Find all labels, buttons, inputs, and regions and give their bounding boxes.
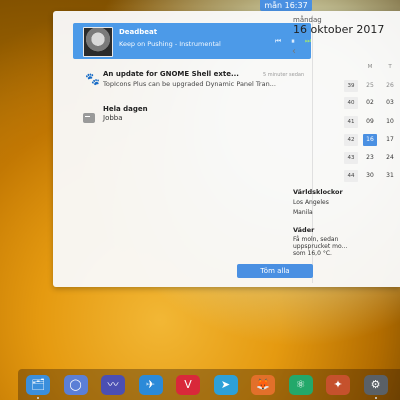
notification-body: TopIcons Plus can be upgraded Dynamic Pa… — [103, 80, 276, 88]
media-player-card[interactable]: Deadbeat Keep on Pushing - Instrumental … — [73, 23, 311, 59]
event-body: Jobba — [103, 114, 123, 122]
event-title: Hela dagen — [103, 105, 148, 113]
clock-button[interactable]: mån 16:37 — [260, 0, 312, 11]
clear-all-button[interactable]: Töm alla — [237, 264, 313, 278]
dock-app-atom-icon[interactable]: ⚛ — [288, 375, 313, 395]
week-number: 41 — [344, 116, 358, 128]
notification-time: 5 minuter sedan — [263, 72, 305, 78]
weather-text: Få moln, sedan — [293, 236, 339, 243]
notification-title: An update for GNOME Shell exte... — [103, 70, 239, 78]
notification-item[interactable]: 🐾 An update for GNOME Shell exte... 5 mi… — [73, 67, 311, 97]
calendar-day[interactable]: 31 — [383, 170, 397, 182]
calendar-day-today[interactable]: 16 — [363, 134, 377, 146]
weather-text: som 16,0 °C. — [293, 250, 332, 257]
week-number: 42 — [344, 134, 358, 146]
world-clocks-title[interactable]: Världsklockor — [293, 188, 343, 196]
weather-title[interactable]: Väder — [293, 226, 314, 234]
track-subtitle: Keep on Pushing - Instrumental — [119, 40, 221, 48]
calendar-day[interactable]: 23 — [363, 152, 377, 164]
calendar-day[interactable]: 09 — [363, 116, 377, 128]
dock-app-budgie-icon[interactable]: ◯ — [63, 375, 88, 395]
track-title: Deadbeat — [119, 28, 158, 36]
notification-popover: Deadbeat Keep on Pushing - Instrumental … — [53, 11, 400, 287]
dock-app-vivaldi-icon[interactable]: V — [176, 375, 200, 395]
dock-app-telegram-icon[interactable]: ➤ — [213, 375, 238, 395]
running-indicator — [37, 397, 39, 399]
calendar-day[interactable]: 25 — [363, 80, 377, 92]
calendar-day[interactable]: 24 — [383, 152, 397, 164]
week-number: 43 — [344, 152, 358, 164]
calendar-day[interactable]: 17 — [383, 134, 397, 146]
calendar-date[interactable]: 16 oktober 2017 — [293, 23, 384, 36]
event-item[interactable]: Hela dagen Jobba — [73, 105, 311, 131]
gnome-foot-icon: 🐾 — [85, 72, 100, 86]
calendar-day[interactable]: 10 — [383, 116, 397, 128]
dock-app-firefox-icon[interactable]: 🦊 — [251, 375, 275, 395]
weekday-header: T — [388, 64, 392, 70]
dock-app-settings-icon[interactable]: ⚙ — [363, 375, 388, 395]
calendar-day[interactable]: 30 — [363, 170, 377, 182]
calendar-day[interactable]: 02 — [363, 97, 377, 109]
previous-month-icon[interactable]: ‹ — [292, 46, 296, 57]
running-indicator — [374, 397, 377, 399]
dock-app-files-icon[interactable]: 🗂 — [26, 375, 50, 395]
dock-app-kodi-icon[interactable]: ✦ — [326, 375, 350, 395]
album-art — [83, 27, 113, 57]
weather-text: uppsprucket mo... — [293, 243, 348, 250]
calendar-day[interactable]: 26 — [383, 80, 397, 92]
weekday-header: M — [367, 64, 373, 70]
next-icon[interactable]: ⏭ — [303, 36, 313, 46]
week-number: 40 — [344, 97, 358, 109]
calendar-event-icon — [83, 113, 95, 123]
previous-icon[interactable]: ⏮ — [273, 36, 283, 46]
week-number: 39 — [344, 80, 358, 92]
dock-app-audio-icon[interactable]: 〰 — [101, 375, 125, 395]
calendar-day[interactable]: 03 — [383, 97, 397, 109]
world-clock-city: Los Angeles — [293, 199, 329, 206]
dock-app-safari-icon[interactable]: ✈ — [138, 375, 163, 395]
world-clock-city: Manila — [293, 209, 313, 216]
pause-icon[interactable]: ⏸ — [288, 36, 298, 46]
week-number: 44 — [344, 170, 358, 182]
